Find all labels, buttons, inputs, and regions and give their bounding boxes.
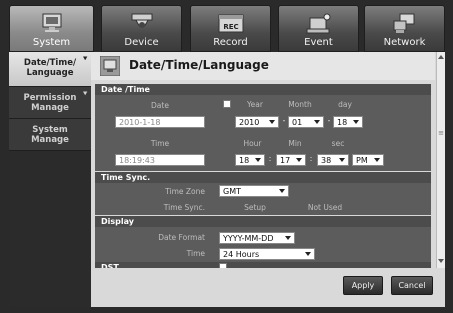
sec-label: sec (331, 139, 345, 148)
min-select[interactable]: 17 (276, 154, 306, 166)
min-label: Min (288, 139, 302, 148)
expand-arrow-icon: ⯆ (82, 55, 88, 63)
tab-label: Event (304, 37, 333, 48)
dropdown-arrow-icon (314, 120, 320, 124)
month-label: Month (288, 100, 312, 109)
section-header-date-time: Date /Time (95, 84, 431, 95)
time-separator: : (309, 154, 313, 163)
page-title: Date/Time/Language (129, 58, 269, 72)
menu-item-system-manage[interactable]: System Manage (9, 119, 91, 151)
date-format-select[interactable]: YYYY-MM-DD (219, 232, 295, 244)
timezone-label: Time Zone (165, 187, 205, 196)
date-separator: - (282, 116, 286, 125)
dropdown-arrow-icon (255, 158, 261, 162)
time-sync-area: Time Zone GMT Time Sync. Setup Not Used (95, 183, 431, 215)
dropdown-arrow-icon (353, 120, 359, 124)
display-area: Date Format YYYY-MM-DD Time 24 Hours (95, 227, 431, 262)
time-format-value: 24 Hours (223, 250, 260, 259)
cancel-button[interactable]: Cancel (391, 276, 433, 295)
section-header-time-sync: Time Sync. (95, 172, 431, 183)
time-label: Time (150, 139, 170, 148)
year-label: Year (247, 100, 263, 109)
date-format-label: Date Format (158, 233, 205, 242)
ampm-value: PM (356, 156, 368, 165)
tab-label: System (32, 37, 71, 48)
svg-text:REC: REC (223, 23, 238, 31)
date-separator: - (327, 116, 331, 125)
record-icon: REC (218, 14, 243, 33)
menu-item-label: Permission (23, 93, 77, 103)
monitor-icon (100, 56, 120, 76)
year-value: 2010 (239, 118, 260, 127)
month-select[interactable]: 01 (288, 116, 324, 128)
settings-panel: Date/Time/Language Date /Time Date 2010-… (91, 52, 445, 307)
dvr-settings-window: System Device REC Record Event Network ⯆… (0, 0, 453, 313)
dropdown-arrow-icon (374, 158, 380, 162)
section-header-dst: DST (95, 262, 431, 268)
dropdown-arrow-icon (305, 252, 311, 256)
time-sync-setup-button[interactable]: Setup (235, 203, 275, 212)
date-format-value: YYYY-MM-DD (223, 234, 274, 243)
date-time-area: Date 2010-1-18 Year Month day 2010 - 01 … (95, 95, 431, 171)
year-select[interactable]: 2010 (235, 116, 279, 128)
time-sync-label: Time Sync. (163, 203, 205, 212)
hour-label: Hour (243, 139, 262, 148)
tab-device[interactable]: Device (101, 5, 182, 52)
network-icon (393, 13, 414, 33)
month-value: 01 (292, 118, 303, 127)
section-header-display: Display (95, 216, 431, 227)
tab-system[interactable]: System (9, 5, 94, 52)
menu-item-label: System (32, 125, 68, 135)
hour-value: 18 (239, 156, 250, 165)
dropdown-arrow-icon (285, 236, 291, 240)
time-separator: : (268, 154, 272, 163)
scroll-up-arrow-icon[interactable] (438, 55, 444, 59)
tab-event[interactable]: Event (278, 5, 359, 52)
time-format-label: Time (186, 249, 205, 258)
menu-item-date-time-language[interactable]: ⯆ Date/Time/ Language (9, 52, 91, 87)
menu-item-label: Date/Time/ (23, 58, 77, 68)
left-menu: ⯆ Date/Time/ Language ⯆ Permission Manag… (9, 52, 91, 307)
tab-label: Device (124, 37, 159, 48)
panel-header: Date/Time/Language (91, 52, 435, 80)
vertical-scrollbar[interactable]: ≡ (436, 52, 445, 268)
sec-value: 38 (321, 156, 332, 165)
tab-label: Network (383, 37, 426, 48)
dropdown-arrow-icon (269, 120, 275, 124)
time-field[interactable]: 18:19:43 (115, 154, 205, 166)
time-format-select[interactable]: 24 Hours (219, 248, 315, 260)
dst-checkbox[interactable] (219, 263, 227, 268)
timezone-select[interactable]: GMT (219, 185, 289, 197)
apply-button[interactable]: Apply (343, 276, 383, 295)
event-icon (306, 13, 330, 34)
min-value: 17 (280, 156, 291, 165)
expand-arrow-icon: ⯆ (82, 90, 88, 98)
tab-label: Record (213, 37, 248, 48)
scroll-grip-icon[interactable]: ≡ (438, 130, 444, 137)
tab-network[interactable]: Network (364, 5, 445, 52)
day-value: 18 (337, 118, 348, 127)
dropdown-arrow-icon (339, 158, 345, 162)
dropdown-arrow-icon (279, 189, 285, 193)
tab-record[interactable]: REC Record (190, 5, 271, 52)
main-tab-bar: System Device REC Record Event Network (9, 5, 445, 52)
menu-item-label: Manage (31, 103, 69, 113)
day-label: day (338, 100, 352, 109)
sec-select[interactable]: 38 (317, 154, 349, 166)
date-label: Date (151, 101, 169, 110)
dropdown-arrow-icon (296, 158, 302, 162)
day-select[interactable]: 18 (333, 116, 363, 128)
scroll-down-arrow-icon[interactable] (438, 259, 444, 263)
ampm-select[interactable]: PM (352, 154, 384, 166)
time-sync-status: Not Used (307, 203, 343, 212)
hour-select[interactable]: 18 (235, 154, 265, 166)
timezone-value: GMT (223, 187, 241, 196)
menu-item-label: Manage (31, 135, 69, 145)
date-sync-checkbox[interactable] (223, 100, 231, 108)
monitor-icon (42, 13, 61, 32)
menu-item-permission-manage[interactable]: ⯆ Permission Manage (9, 87, 91, 119)
date-field[interactable]: 2010-1-18 (115, 116, 205, 128)
menu-item-label: Language (26, 68, 74, 78)
camera-icon (131, 13, 152, 28)
